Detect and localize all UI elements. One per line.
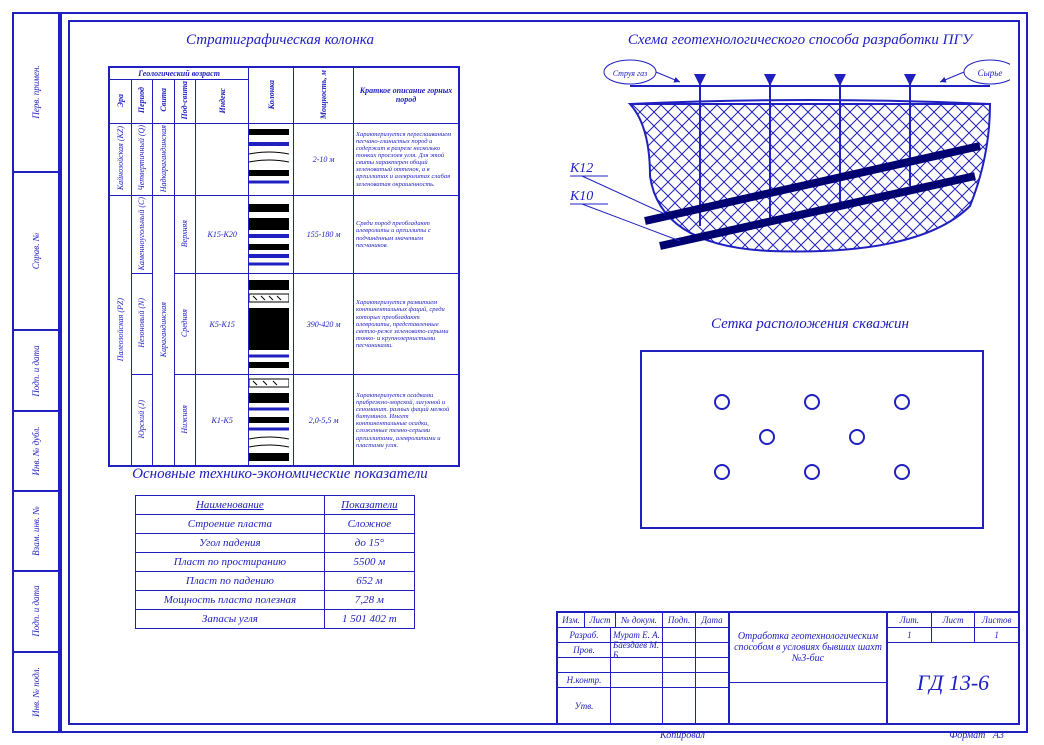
e2b: до 15° [324,534,414,553]
h-col: Колонка [249,68,294,124]
tb-listov: Листов [975,613,1018,628]
strat-table: Геологический возраст Колонка Мощность, … [108,66,460,467]
r2-pod: Верхняя [180,220,189,247]
e3b: 5500 м [324,553,414,572]
tb-code: ГД 13-6 [888,643,1018,723]
side-6: Подп. и дата [31,586,41,637]
r1-col [249,123,294,195]
eh1: Наименование [136,496,325,515]
side-4: Инв. № дубл. [31,426,41,475]
h-idx: Индекс [196,80,249,124]
h-period: Период [131,80,153,124]
r2-idx: K15-K20 [196,195,249,273]
scheme-svg: Струя газ Сырье К12 К10 [570,56,1010,276]
r4-pod: Нижняя [180,405,189,434]
econ-table: НаименованиеПоказатели Строение пластаСл… [135,495,415,629]
r1-era: Кайнозойская (KZ) [116,126,125,190]
svg-text:К10: К10 [570,189,593,204]
e1a: Строение пласта [136,515,325,534]
r4-desc: Характеризуется осадками прибрежно-морск… [354,375,459,466]
h-thick: Мощность, м [294,68,354,124]
side-7: Инв. № подл. [31,667,41,717]
r3-desc: Характеризуется развитием континентальны… [354,274,459,375]
tb-litv: 1 [888,628,932,643]
svg-text:Сырье: Сырье [978,68,1003,78]
tb-r2b: Баездаев М. Б. [611,643,663,658]
side-3: Подп. и дата [31,345,41,396]
h-desc: Краткое описание горных пород [354,68,459,124]
e5a: Мощность пласта полезная [136,591,325,610]
tb-c1: Изм. [558,613,585,628]
tb-c4: Подп. [663,613,696,628]
r4-period: Юрский (J) [137,400,146,438]
tb-listv2 [932,628,976,643]
tb-c3: № докум. [616,613,663,628]
tb-title: Отработка геотехнологическим способом в … [730,613,886,683]
r2-era: Палеозойская (PZ) [116,298,125,361]
tb-r4a: Утв. [558,688,611,723]
tb-lit: Лит. [888,613,932,628]
svg-text:К12: К12 [570,161,593,176]
title-econ: Основные технико-экономические показател… [100,466,460,483]
h-svita: Свита [153,80,175,124]
e4b: 652 м [324,572,414,591]
side-1: Перв. примен. [31,66,41,119]
r3-pod: Средняя [180,309,189,337]
r2-desc: Среди пород преобладают алевролиты и арг… [354,195,459,273]
tb-c2: Лист [585,613,616,628]
r2-thick: 155-180 м [294,195,354,273]
h-geo: Геологический возраст [110,68,249,80]
h-era: Эра [110,80,132,124]
title-block: Изм. Лист № докум. Подп. Дата Разраб.Мур… [556,611,1020,725]
tb-r3a: Н.контр. [558,673,611,688]
title-strat: Стратиграфическая колонка [150,32,410,49]
e6b: 1 501 402 т [324,610,414,629]
title-grid: Сетка расположения скважин [640,316,980,333]
r2-svita: Карагандинская [159,302,168,357]
r3-thick: 390-420 м [294,274,354,375]
r1-thick: 2-10 м [294,123,354,195]
side-5: Взам. инв. № [31,506,41,556]
r3-idx: K5-K15 [196,274,249,375]
title-scheme: Схема геотехнологического способа разраб… [590,32,1010,49]
r4-idx: K1-K5 [196,375,249,466]
r1-desc: Характеризуется переслаиванием песчано-г… [354,123,459,195]
side-2: Справ. № [31,233,41,269]
r4-thick: 2,0-5,5 м [294,375,354,466]
e6a: Запасы угля [136,610,325,629]
r3-col [249,274,294,375]
r2-col [249,195,294,273]
r2-period: Каменноугольный (C) [137,197,146,270]
e5b: 7,28 м [324,591,414,610]
e4a: Пласт по падению [136,572,325,591]
r3-period: Незоновый (N) [137,298,146,348]
tb-listovv: 1 [975,628,1018,643]
format: Формат А3 [949,730,1004,741]
e1b: Сложное [324,515,414,534]
svg-text:Струя газ: Струя газ [613,69,648,78]
r1-period: Четвертичный (Q) [137,125,146,191]
e2a: Угол падения [136,534,325,553]
side-stack: Перв. примен. Справ. № Подп. и дата Инв.… [12,12,60,733]
kopiroval: Копировал [660,730,705,741]
r4-col [249,375,294,466]
eh2: Показатели [324,496,414,515]
well-grid [640,350,984,529]
r1-pod [174,123,196,195]
r1-svita: Надкарагандинская [159,125,168,192]
h-pod: Под-свита [174,80,196,124]
e3a: Пласт по простиранию [136,553,325,572]
tb-r2a: Пров. [558,643,611,658]
tb-list: Лист [932,613,976,628]
tb-r1a: Разраб. [558,628,611,643]
r1-idx [196,123,249,195]
tb-c5: Дата [696,613,728,628]
